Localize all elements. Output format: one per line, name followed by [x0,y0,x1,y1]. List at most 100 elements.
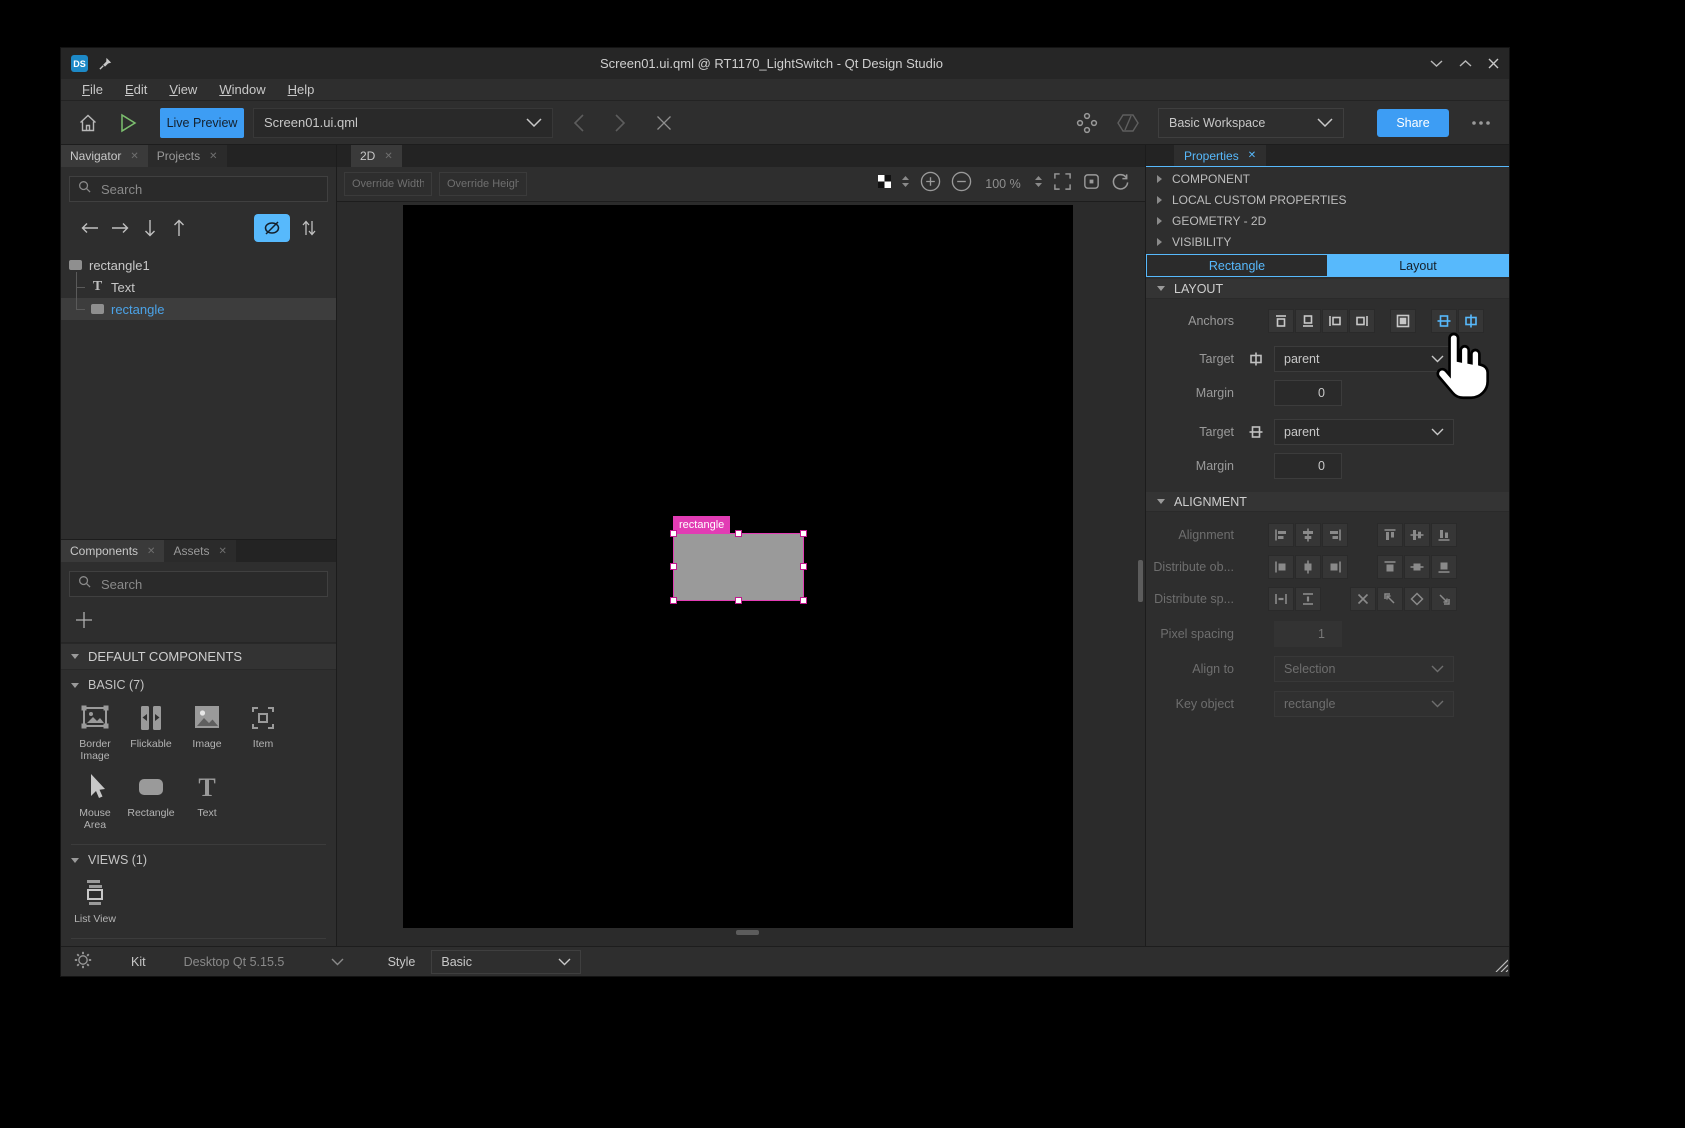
move-up-icon[interactable] [165,219,195,237]
align-to-select[interactable]: Selection [1274,656,1454,682]
close-tab-icon[interactable]: ✕ [384,151,392,162]
zoom-spinner-icon[interactable] [1034,175,1043,193]
component-rectangle[interactable]: Rectangle [123,772,179,831]
section-local-custom-properties[interactable]: LOCAL CUSTOM PROPERTIES [1146,190,1509,209]
pixel-spacing-input[interactable] [1274,621,1342,647]
workspace-selector[interactable]: Basic Workspace [1158,108,1344,138]
distribute-origin-bottomright-button[interactable] [1431,587,1457,611]
section-geometry-2d[interactable]: GEOMETRY - 2D [1146,211,1509,230]
zoom-in-icon[interactable] [920,171,941,197]
more-options-icon[interactable] [1471,120,1491,126]
distribute-origin-topleft-button[interactable] [1377,587,1403,611]
refresh-icon[interactable] [1111,172,1130,196]
reverse-order-icon[interactable] [294,219,324,237]
distribute-top-button[interactable] [1377,555,1403,579]
reset-view-icon[interactable] [1082,172,1101,196]
component-item[interactable]: Item [235,703,291,762]
component-border-image[interactable]: Border Image [67,703,123,762]
unshade-icon[interactable] [1459,59,1472,68]
pin-icon[interactable] [98,56,113,71]
annotations-icon[interactable] [1076,112,1098,134]
home-icon[interactable] [77,112,99,134]
shade-icon[interactable] [1430,59,1443,68]
distribute-origin-center-button[interactable] [1404,587,1430,611]
section-layout-header[interactable]: LAYOUT [1146,279,1509,299]
tree-item-rectangle1[interactable]: rectangle1 [61,254,336,276]
subtab-layout[interactable]: Layout [1328,255,1508,276]
close-tab-icon[interactable]: ✕ [147,546,155,557]
menu-edit[interactable]: Edit [114,80,158,99]
component-image[interactable]: Image [179,703,235,762]
settings-gear-icon[interactable] [73,950,93,973]
close-tab-icon[interactable]: ✕ [1248,150,1256,161]
component-list-view[interactable]: List View [67,878,123,925]
key-object-select[interactable]: rectangle [1274,691,1454,717]
anchor-right-button[interactable] [1349,309,1375,333]
align-horizontal-center-button[interactable] [1295,523,1321,547]
background-spinner-icon[interactable] [901,175,910,193]
resize-handle-se[interactable] [800,597,807,604]
anchor-left-button[interactable] [1322,309,1348,333]
close-window-icon[interactable] [1488,58,1499,69]
tab-projects[interactable]: Projects ✕ [148,145,227,167]
components-search-input[interactable] [99,576,319,593]
horizontal-scrollbar[interactable] [736,930,759,935]
tab-navigator[interactable]: Navigator ✕ [61,145,148,167]
distribute-left-button[interactable] [1268,555,1294,579]
menu-view[interactable]: View [158,80,208,99]
override-height-input[interactable] [439,172,527,196]
resize-handle-ne[interactable] [800,530,807,537]
section-default-components[interactable]: DEFAULT COMPONENTS [61,643,336,670]
align-right-button[interactable] [1322,523,1348,547]
override-width-input[interactable] [344,172,432,196]
close-tab-icon[interactable]: ✕ [218,546,226,557]
component-flickable[interactable]: Flickable [123,703,179,762]
distribute-vertical-center-button[interactable] [1404,555,1430,579]
distribute-spacing-horizontal-button[interactable] [1268,587,1294,611]
tree-item-text[interactable]: T Text [61,276,336,298]
section-views[interactable]: VIEWS (1) [61,845,336,871]
distribute-bottom-button[interactable] [1431,555,1457,579]
anchor-fill-button[interactable] [1390,309,1416,333]
live-preview-button[interactable]: Live Preview [160,108,244,138]
anchor-top-button[interactable] [1268,309,1294,333]
tab-components[interactable]: Components ✕ [61,540,164,562]
resize-handle-e[interactable] [800,563,807,570]
close-tab-icon[interactable]: ✕ [130,151,138,162]
resize-grip[interactable] [1493,957,1508,975]
section-component[interactable]: COMPONENT [1146,169,1509,188]
move-right-icon[interactable] [105,222,135,234]
vertical-scrollbar[interactable] [1138,560,1143,602]
move-left-icon[interactable] [75,222,105,234]
navigator-search-input[interactable] [99,181,319,198]
close-tab-icon[interactable]: ✕ [209,151,217,162]
resize-handle-s[interactable] [735,597,742,604]
component-mouse-area[interactable]: Mouse Area [67,772,123,831]
menu-window[interactable]: Window [208,80,276,99]
margin-vertical-input[interactable] [1274,453,1342,479]
subtab-rectangle[interactable]: Rectangle [1147,255,1328,276]
align-left-button[interactable] [1268,523,1294,547]
section-alignment-header[interactable]: ALIGNMENT [1146,492,1509,512]
kit-selector[interactable]: Desktop Qt 5.15.5 [184,955,344,969]
selected-rectangle[interactable] [673,533,804,601]
anchor-bottom-button[interactable] [1295,309,1321,333]
back-icon[interactable] [573,114,585,132]
canvas-viewport[interactable]: rectangle [337,202,1145,946]
distribute-spacing-vertical-button[interactable] [1295,587,1321,611]
component-text[interactable]: T Text [179,772,235,831]
section-basic[interactable]: BASIC (7) [61,670,336,696]
target-horizontal-select[interactable]: parent [1274,346,1454,372]
distribute-horizontal-center-button[interactable] [1295,555,1321,579]
menu-file[interactable]: File [71,80,114,99]
open-file-selector[interactable]: Screen01.ui.qml [253,108,553,138]
tab-assets[interactable]: Assets ✕ [164,540,235,562]
tab-2d[interactable]: 2D ✕ [351,145,402,167]
fit-screen-icon[interactable] [1053,172,1072,196]
style-selector[interactable]: Basic [431,950,581,974]
align-vertical-center-button[interactable] [1404,523,1430,547]
close-document-icon[interactable] [656,115,672,131]
tab-properties[interactable]: Properties ✕ [1174,145,1266,166]
resize-handle-sw[interactable] [670,597,677,604]
align-bottom-button[interactable] [1431,523,1457,547]
